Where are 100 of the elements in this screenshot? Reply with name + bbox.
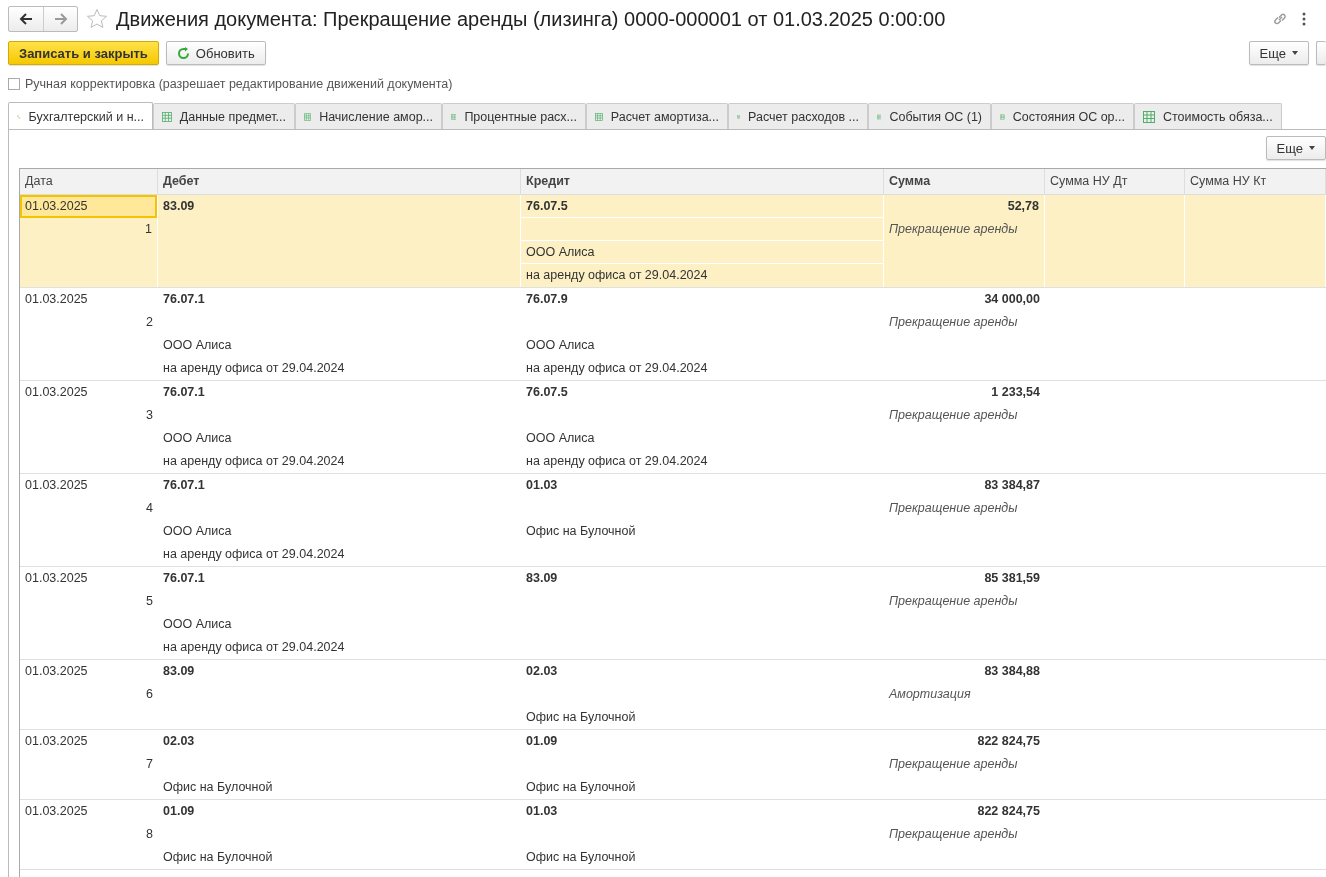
table-cell-text: 2: [145, 314, 154, 331]
table-row[interactable]: 01.03.2025 6 83.09 02.03 Офис на Булочной 83 384,88 Амортизация: [20, 660, 1326, 730]
table-cell-text: на аренду офиса от 29.04.2024: [162, 546, 346, 563]
tab[interactable]: Расчет расходов ...: [728, 103, 868, 129]
table-cell-text: 83.09: [162, 663, 196, 680]
table-cell-text: Офис на Булочной: [525, 709, 637, 726]
table-cell-text: Офис на Булочной: [525, 523, 637, 540]
table-cell-text: на аренду офиса от 29.04.2024: [162, 639, 346, 656]
table-cell-text: Прекращение аренды: [888, 756, 1019, 773]
table-row[interactable]: 01.03.2025 5 76.07.1 ООО Алиса на аренду офиса от 29.04.2024 83.09 85 381,59 Прекращение аренды: [20, 567, 1326, 660]
column-header[interactable]: Сумма НУ Дт: [1045, 169, 1185, 194]
table-cell-text: ООО Алиса: [162, 616, 233, 633]
table-icon: [304, 110, 312, 123]
table-cell-text: Офис на Булочной: [162, 779, 274, 796]
table-cell-text: Амортизация: [887, 686, 972, 703]
forward-arrow-icon: [53, 13, 68, 25]
table-cell-text: ООО Алиса: [525, 337, 596, 354]
table-cell-text: 7: [145, 756, 154, 773]
column-header[interactable]: Дата: [20, 169, 158, 194]
refresh-button[interactable]: Обновить: [165, 41, 266, 65]
table-cell-text: 01.03: [525, 803, 559, 820]
table-cell-text: Прекращение аренды: [888, 500, 1019, 517]
manual-correction-checkbox[interactable]: [8, 78, 20, 90]
table-cell-text: 1: [144, 221, 153, 238]
tab[interactable]: Стоимость обяза...: [1134, 103, 1282, 129]
table-cell-text: Прекращение аренды: [888, 314, 1019, 331]
table-cell-text: 01.09: [525, 733, 559, 750]
manual-correction-label: Ручная корректировка (разрешает редактирование движений документа): [25, 77, 453, 91]
save-and-close-button[interactable]: Записать и закрыть: [8, 41, 159, 65]
table-icon: [1143, 110, 1155, 123]
table-cell-text: 01.03.2025: [24, 733, 89, 750]
caret-icon: [1292, 51, 1298, 55]
table-cell-text: 76.07.5: [525, 384, 569, 401]
window-title: Движения документа: Прекращение аренды (лизинга) 0000-000001 от 01.03.2025 0:00:00: [116, 7, 947, 31]
table-icon: [595, 110, 603, 123]
table-cell-text: Прекращение аренды: [888, 221, 1019, 238]
link-icon[interactable]: [1272, 11, 1288, 27]
table-row[interactable]: 01.03.2025 3 76.07.1 ООО Алиса на аренду офиса от 29.04.2024 76.07.5 ООО Алиса на аренду офиса от 29.04.2024 1 233,54 Прекращение аренды: [20, 381, 1326, 474]
tab[interactable]: Процентные расх...: [442, 103, 586, 129]
table-cell-text: 1 233,54: [990, 384, 1041, 401]
table-cell-text: 02.03: [525, 663, 559, 680]
column-header[interactable]: Дебет: [158, 169, 521, 194]
table-cell-text: 83 384,87: [983, 477, 1041, 494]
table-cell-text: 01.03.2025: [24, 803, 89, 820]
table-cell-text: 34 000,00: [983, 291, 1041, 308]
tab[interactable]: Расчет амортиза...: [586, 103, 728, 129]
table-row[interactable]: 01.03.2025 8 01.09 Офис на Булочной 01.03 Офис на Булочной 822 824,75 Прекращение аренды: [20, 800, 1326, 870]
table-cell-text: 01.09: [162, 803, 196, 820]
table-icon: [162, 110, 172, 123]
table-cell-text: 85 381,59: [983, 570, 1041, 587]
table-cell-text: 76.07.1: [162, 477, 206, 494]
table-cell-text: 01.03.2025: [24, 663, 89, 680]
tab[interactable]: Бухгалтерский и н...: [8, 102, 153, 129]
table-cell-text: ООО Алиса: [162, 337, 233, 354]
tab[interactable]: События ОС (1): [868, 103, 991, 129]
table-cell-text: 83.09: [525, 570, 559, 587]
table-row[interactable]: 01.03.2025 7 02.03 Офис на Булочной 01.09 Офис на Булочной 822 824,75 Прекращение аренды: [20, 730, 1326, 800]
table-row[interactable]: 01.03.2025 1 83.09 76.07.5 ООО Алиса на аренду офиса от 29.04.2024 52,78 Прекращение аренды: [20, 195, 1326, 288]
table-cell-text: 76.07.1: [162, 570, 206, 587]
back-arrow-icon: [19, 13, 33, 25]
column-header[interactable]: Сумма: [884, 169, 1045, 194]
table-cell-text: ООО Алиса: [162, 523, 233, 540]
table-cell-text: 8: [145, 826, 154, 843]
tab[interactable]: Состояния ОС ор...: [991, 103, 1134, 129]
star-icon[interactable]: [86, 8, 108, 30]
table-cell-text: 3: [145, 407, 154, 424]
more-button[interactable]: Еще: [1248, 41, 1309, 65]
table-cell-text: 822 824,75: [976, 803, 1041, 820]
table-cell-text: Офис на Булочной: [525, 849, 637, 866]
column-header[interactable]: Кредит: [521, 169, 884, 194]
table-cell-text: 76.07.1: [162, 384, 206, 401]
toolbar-button[interactable]: [1316, 41, 1326, 65]
table-cell-text: 76.07.9: [525, 291, 569, 308]
tab[interactable]: Начисление амор...: [295, 103, 442, 129]
table-cell-text: 5: [145, 593, 154, 610]
table-cell-text: Прекращение аренды: [888, 826, 1019, 843]
table-cell-text: на аренду офиса от 29.04.2024: [162, 360, 346, 377]
table-cell-text: Офис на Булочной: [162, 849, 274, 866]
table-cell-text: 02.03: [162, 733, 196, 750]
table-row[interactable]: 01.03.2025 2 76.07.1 ООО Алиса на аренду офиса от 29.04.2024 76.07.9 ООО Алиса на аренду офиса от 29.04.2024 34 000,00 Прекращение аренды: [20, 288, 1326, 381]
table-cell-text: 01.03.2025: [24, 477, 89, 494]
table-cell-text: 52,78: [1006, 198, 1040, 215]
table-cell-text: Офис на Булочной: [525, 779, 637, 796]
table-row[interactable]: 01.03.2025 4 76.07.1 ООО Алиса на аренду офиса от 29.04.2024 01.03 Офис на Булочной 83 384,87 Прекращение аренды: [20, 474, 1326, 567]
table-cell-text: 01.03.2025: [24, 384, 89, 401]
table-cell-text: на аренду офиса от 29.04.2024: [525, 360, 709, 377]
table-cell-text: ООО Алиса: [162, 430, 233, 447]
table-cell-text: 01.03.2025: [24, 570, 89, 587]
table-cell-text: 01.03: [525, 477, 559, 494]
more-menu-icon[interactable]: [1302, 12, 1306, 26]
table-cell-text: 4: [145, 500, 154, 517]
table-cell-text: на аренду офиса от 29.04.2024: [525, 267, 709, 284]
tab[interactable]: Данные предмет...: [153, 103, 295, 129]
table-cell-text: на аренду офиса от 29.04.2024: [525, 453, 709, 470]
table-cell: 76.07.5: [521, 195, 883, 218]
table-cell-text: Прекращение аренды: [888, 407, 1019, 424]
more-button[interactable]: Еще: [1265, 136, 1326, 160]
table-cell-text: 822 824,75: [976, 733, 1041, 750]
column-header[interactable]: Сумма НУ Кт: [1185, 169, 1326, 194]
table-cell-text: 76.07.1: [162, 291, 206, 308]
